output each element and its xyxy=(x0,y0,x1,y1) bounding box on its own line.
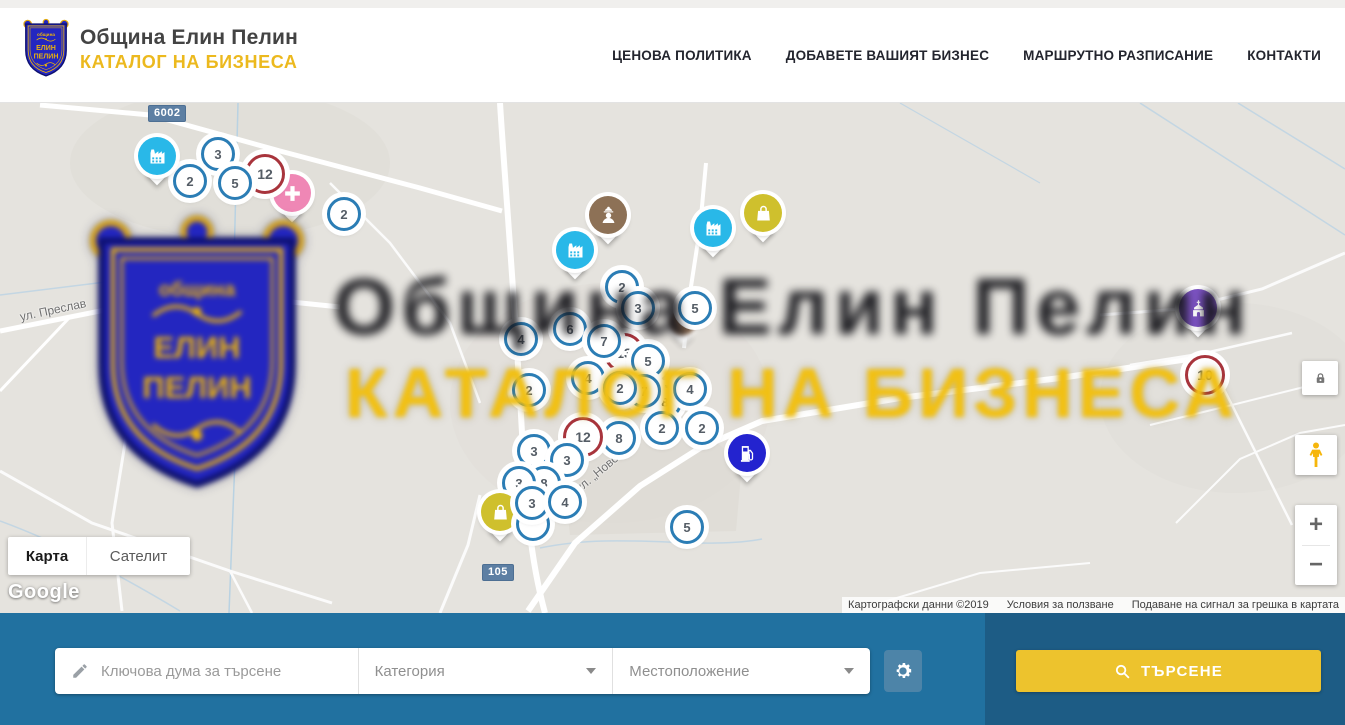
page: община ЕЛИН ПЕЛИН Община Елин Пелин КАТА… xyxy=(0,0,1345,725)
nav-route-schedule[interactable]: МАРШРУТНО РАЗПИСАНИЕ xyxy=(1023,48,1213,63)
category-value: Категория xyxy=(375,663,445,680)
page-title: Община Елин Пелин xyxy=(80,26,298,50)
cluster-marker[interactable]: 2 xyxy=(327,197,361,231)
zoom-out-button[interactable]: − xyxy=(1295,546,1337,586)
attribution-copyright: Картографски данни ©2019 xyxy=(848,599,989,611)
gear-icon xyxy=(892,660,914,682)
site-logo[interactable]: община ЕЛИН ПЕЛИН Община Елин Пелин КАТА… xyxy=(22,18,298,80)
lock-icon xyxy=(1313,371,1328,386)
map-attribution: Картографски данни ©2019 Условия за полз… xyxy=(842,597,1345,613)
emblem-name-line1: ЕЛИН xyxy=(36,45,56,52)
cluster-marker[interactable]: 5 xyxy=(678,291,712,325)
page-subtitle: КАТАЛОГ НА БИЗНЕСА xyxy=(80,52,298,73)
cluster-marker[interactable]: 3 xyxy=(621,291,655,325)
chevron-down-icon xyxy=(586,668,596,674)
top-strip xyxy=(0,0,1345,8)
zoom-in-button[interactable]: + xyxy=(1295,505,1337,545)
fuel-icon xyxy=(728,434,766,472)
chevron-down-icon xyxy=(844,668,854,674)
road-badge: 105 xyxy=(482,564,514,581)
cluster-marker[interactable]: 2 xyxy=(645,411,679,445)
cluster-marker[interactable]: 4 xyxy=(673,372,707,406)
zoom-control: + − xyxy=(1295,505,1337,585)
worker-icon xyxy=(589,196,627,234)
search-button-label: ТЪРСЕНЕ xyxy=(1141,663,1223,680)
advanced-settings-button[interactable] xyxy=(884,650,922,692)
lock-button[interactable] xyxy=(1302,361,1338,395)
cluster-marker[interactable]: 5 xyxy=(670,510,704,544)
search-icon xyxy=(1114,663,1131,680)
church-icon xyxy=(1179,289,1217,327)
search-form: Категория Местоположение xyxy=(55,648,870,694)
factory-icon xyxy=(138,137,176,175)
nav-pricing-policy[interactable]: ЦЕНОВА ПОЛИТИКА xyxy=(612,48,752,63)
search-button[interactable]: ТЪРСЕНЕ xyxy=(1016,650,1321,692)
road-badge: 6002 xyxy=(148,105,186,122)
cluster-marker[interactable]: 3 xyxy=(515,486,549,520)
cluster-marker[interactable]: 7 xyxy=(587,324,621,358)
main-nav: ЦЕНОВА ПОЛИТИКА ДОБАВЕТЕ ВАШИЯТ БИЗНЕС М… xyxy=(612,8,1321,103)
cluster-marker[interactable]: 5 xyxy=(218,166,252,200)
nav-add-your-business[interactable]: ДОБАВЕТЕ ВАШИЯТ БИЗНЕС xyxy=(786,48,989,63)
map-type-map-button[interactable]: Карта xyxy=(8,537,86,575)
shopping-bag-icon xyxy=(744,194,782,232)
cluster-marker[interactable]: 4 xyxy=(504,322,538,356)
keyword-field[interactable] xyxy=(55,662,358,680)
pegman-control[interactable] xyxy=(1295,435,1337,475)
cluster-marker[interactable]: 3 xyxy=(517,434,551,468)
factory-icon xyxy=(694,209,732,247)
map-canvas[interactable]: община ЕЛИН ПЕЛИН Община Елин Пелин КАТА… xyxy=(0,103,1345,613)
location-value: Местоположение xyxy=(629,663,749,680)
map-type-satellite-button[interactable]: Сателит xyxy=(86,537,190,575)
attribution-terms-link[interactable]: Условия за ползване xyxy=(1007,599,1114,611)
cluster-marker[interactable]: 2 xyxy=(603,371,637,405)
shopping-bag-icon xyxy=(481,493,519,531)
municipality-emblem-icon: община ЕЛИН ПЕЛИН xyxy=(22,18,70,80)
location-select[interactable]: Местоположение xyxy=(613,663,870,680)
category-select[interactable]: Категория xyxy=(359,663,613,680)
cluster-marker[interactable]: 2 xyxy=(512,373,546,407)
google-logo[interactable]: Google xyxy=(8,581,80,604)
cluster-marker[interactable]: 4 xyxy=(571,361,605,395)
cluster-marker[interactable]: 6 xyxy=(553,312,587,346)
pegman-icon xyxy=(1304,441,1328,469)
cluster-marker[interactable]: 10 xyxy=(1185,355,1225,395)
cluster-marker[interactable]: 2 xyxy=(173,164,207,198)
factory-icon xyxy=(556,231,594,269)
cluster-marker[interactable]: 2 xyxy=(685,411,719,445)
emblem-name-line2: ПЕЛИН xyxy=(34,53,59,60)
header: община ЕЛИН ПЕЛИН Община Елин Пелин КАТА… xyxy=(0,8,1345,103)
cluster-marker[interactable]: 5 xyxy=(631,344,665,378)
map-type-control: Карта Сателит xyxy=(8,537,190,575)
keyword-input[interactable] xyxy=(101,663,341,680)
emblem-region-label: община xyxy=(37,31,55,37)
nav-contacts[interactable]: КОНТАКТИ xyxy=(1247,48,1321,63)
search-bar: Категория Местоположение ТЪРСЕНЕ xyxy=(0,613,1345,725)
attribution-report-link[interactable]: Подаване на сигнал за грешка в картата xyxy=(1132,599,1339,611)
cluster-marker[interactable]: 4 xyxy=(548,485,582,519)
cluster-marker[interactable]: 8 xyxy=(602,421,636,455)
pencil-icon xyxy=(71,662,89,680)
